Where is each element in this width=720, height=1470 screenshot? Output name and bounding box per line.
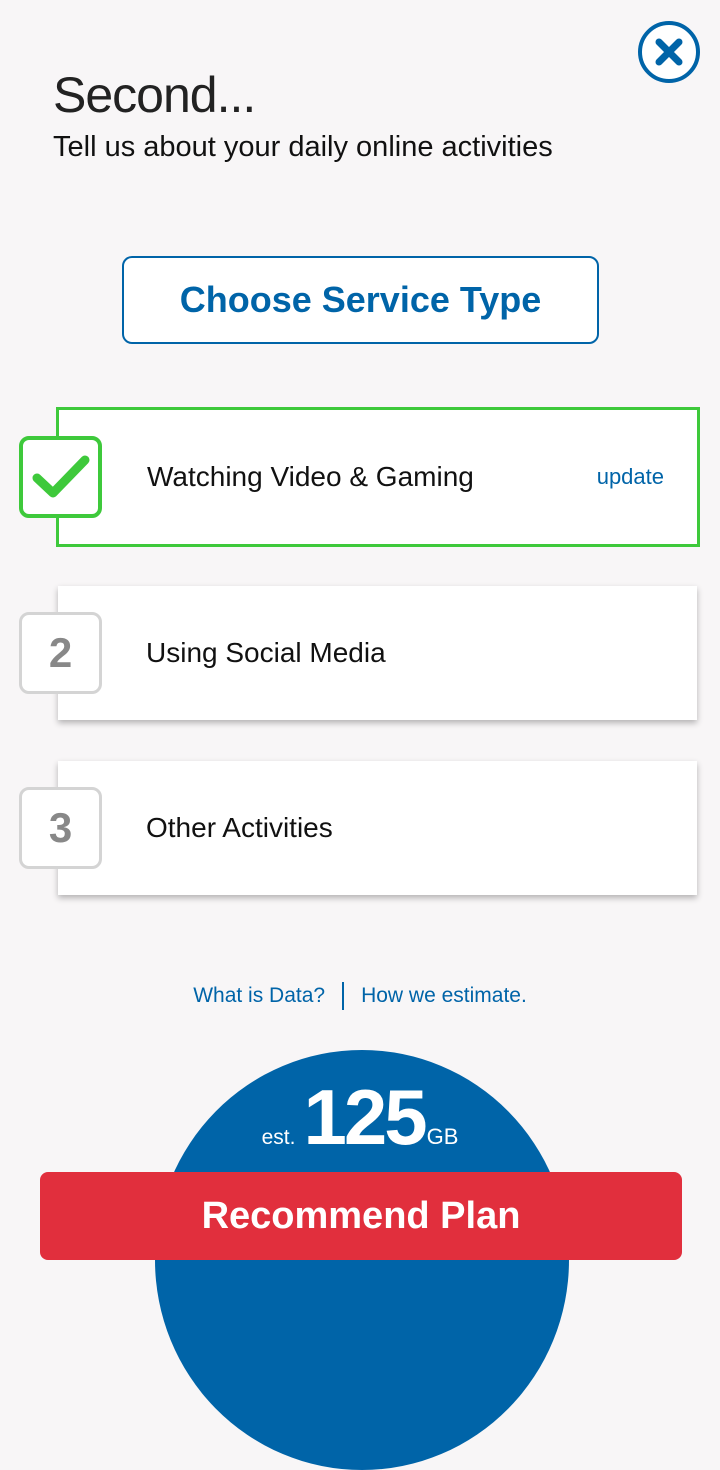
- step-badge: 2: [19, 612, 102, 694]
- activity-card-video-gaming[interactable]: Watching Video & Gaming update: [56, 407, 700, 547]
- check-icon: [32, 455, 89, 498]
- link-divider: [342, 982, 345, 1010]
- close-button[interactable]: [638, 21, 700, 83]
- how-we-estimate-link[interactable]: How we estimate.: [361, 984, 527, 1008]
- close-icon: [655, 38, 683, 66]
- step-badge: 3: [19, 787, 102, 869]
- activity-label: Other Activities: [146, 812, 333, 843]
- activity-card-other[interactable]: Other Activities: [58, 761, 697, 895]
- info-links: What is Data? How we estimate.: [0, 980, 720, 1012]
- check-badge: [19, 436, 102, 518]
- page-subtitle: Tell us about your daily online activiti…: [53, 131, 553, 163]
- activity-label: Using Social Media: [146, 637, 386, 668]
- activity-label: Watching Video & Gaming: [147, 461, 474, 492]
- data-estimate: est. 125 GB: [0, 1078, 720, 1156]
- recommend-plan-button[interactable]: Recommend Plan: [40, 1172, 682, 1260]
- update-link[interactable]: update: [597, 410, 664, 544]
- choose-service-type-button[interactable]: Choose Service Type: [122, 256, 599, 344]
- activity-card-social-media[interactable]: Using Social Media: [58, 586, 697, 720]
- page-title: Second...: [53, 67, 256, 123]
- estimate-prefix: est.: [261, 1126, 296, 1149]
- estimate-value: 125: [303, 1073, 427, 1161]
- what-is-data-link[interactable]: What is Data?: [193, 984, 325, 1008]
- estimate-unit: GB: [426, 1124, 459, 1149]
